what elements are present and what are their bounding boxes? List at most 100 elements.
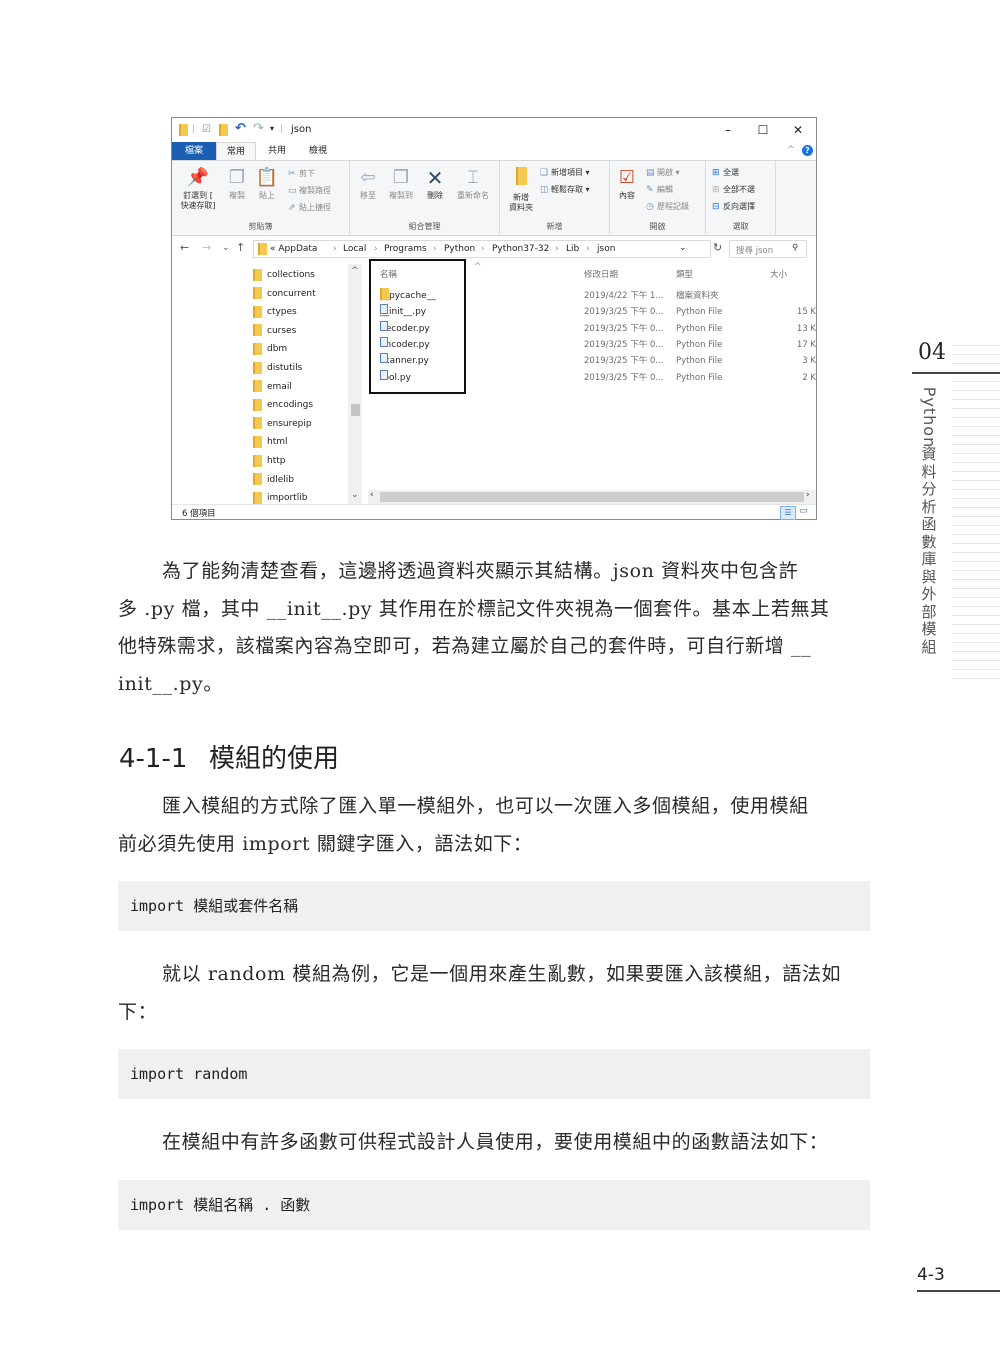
properties-button[interactable]: ☑ 內容 <box>614 167 640 201</box>
ribbon-tabs: 檔案 常用 共用 檢視 ^ ? <box>172 142 816 160</box>
horizontal-scrollbar[interactable]: ‹ › <box>368 490 816 504</box>
select-group: ⊞ 全選 ⊞ 全部不選 ⊟ 反向選擇 選取 <box>706 161 776 235</box>
collapse-ribbon-icon[interactable]: ^ <box>787 145 795 155</box>
edit-button[interactable]: ✎ 編輯 <box>646 184 673 195</box>
column-header-type[interactable]: 類型 <box>676 268 693 280</box>
select-none-button[interactable]: ⊞ 全部不選 <box>712 184 755 195</box>
navpane-item-idlelib[interactable]: idlelib <box>253 471 294 489</box>
navigation-pane-scrollbar[interactable]: ^ ⌄ <box>348 264 362 504</box>
navpane-item-http[interactable]: http <box>253 452 285 470</box>
navpane-item-ctypes[interactable]: ctypes <box>253 303 297 321</box>
side-stripe <box>952 354 1000 355</box>
item-count: 6 個項目 <box>182 509 216 519</box>
navpane-item-label: curses <box>267 325 297 336</box>
minimize-button[interactable]: – <box>713 121 743 139</box>
folder-icon <box>179 124 188 139</box>
navpane-item-distutils[interactable]: distutils <box>253 359 302 377</box>
undo-icon[interactable]: ↶ <box>235 121 246 136</box>
close-button[interactable]: ✕ <box>783 121 813 139</box>
navpane-item-label: importlib <box>267 493 308 504</box>
paste-shortcut-button[interactable]: ⇗ 貼上捷徑 <box>288 202 331 213</box>
help-icon[interactable]: ? <box>802 145 813 156</box>
new-item-button[interactable]: ❏ 新增項目 ▾ <box>540 167 590 178</box>
breadcrumb-separator: › <box>586 244 590 254</box>
invert-selection-button[interactable]: ⊟ 反向選擇 <box>712 201 755 212</box>
chapter-title-char: 析 <box>921 497 937 516</box>
side-stripe <box>952 552 1000 553</box>
paste-button[interactable]: 📋 貼上 <box>254 167 280 201</box>
chapter-title-char: 庫 <box>921 550 937 568</box>
select-all-button[interactable]: ⊞ 全選 <box>712 167 739 178</box>
column-header-modified[interactable]: 修改日期 <box>584 268 618 280</box>
large-icons-view-icon[interactable]: ▭ <box>799 506 808 516</box>
code-block: import random <box>118 1049 870 1099</box>
open-button[interactable]: ▤ 開啟 ▾ <box>646 167 680 178</box>
address-dropdown-icon[interactable]: ⌄ <box>679 243 687 253</box>
recent-locations-button[interactable]: ⌄ <box>222 243 230 253</box>
breadcrumb-programs[interactable]: Programs <box>384 244 427 254</box>
tab-file[interactable]: 檔案 <box>172 142 216 160</box>
history-button[interactable]: ◷ 歷程記錄 <box>646 201 689 212</box>
navpane-item-label: email <box>267 381 292 392</box>
navpane-item-label: http <box>267 456 286 466</box>
navpane-item-email[interactable]: email <box>253 378 292 396</box>
chapter-title-cjk: 資料分析函數庫與外部模組 <box>917 445 941 656</box>
scroll-thumb[interactable] <box>380 492 804 502</box>
address-bar[interactable]: « AppData › Local › Programs › Python › … <box>253 240 711 258</box>
navpane-item-curses[interactable]: curses <box>253 322 296 340</box>
maximize-button[interactable]: ☐ <box>748 121 778 139</box>
side-stripe <box>952 489 1000 490</box>
shortcut-icon: ⇗ <box>288 203 296 213</box>
side-stripe <box>952 678 1000 679</box>
redo-icon[interactable]: ↷ <box>253 121 264 136</box>
rename-button[interactable]: ⌶ 重新命名 <box>452 167 494 201</box>
breadcrumb-json[interactable]: json <box>597 244 615 254</box>
easy-access-button[interactable]: ◫ 輕鬆存取 ▾ <box>540 184 590 195</box>
navpane-item-dbm[interactable]: dbm <box>253 340 287 358</box>
breadcrumb-python37-32[interactable]: Python37-32 <box>492 244 549 254</box>
column-header-size[interactable]: 大小 <box>770 268 787 280</box>
copy-path-button[interactable]: ▭ 複製路徑 <box>288 185 331 196</box>
new-folder-button[interactable]: 新增 資料夾 <box>504 167 538 213</box>
scroll-thumb[interactable] <box>351 404 360 416</box>
select-all-icon: ⊞ <box>712 168 720 178</box>
navpane-item-ensurepip[interactable]: ensurepip <box>253 415 312 433</box>
scroll-down-icon[interactable]: ⌄ <box>351 490 359 500</box>
copy-to-button[interactable]: ❐ 複製到 <box>384 167 418 201</box>
back-button[interactable]: ← <box>180 241 189 254</box>
navpane-item-html[interactable]: html <box>253 433 288 451</box>
forward-button[interactable]: → <box>202 241 211 254</box>
breadcrumb-lib[interactable]: Lib <box>566 244 579 254</box>
chapter-title-char: 與 <box>921 567 937 586</box>
navpane-item-concurrent[interactable]: concurrent <box>253 285 316 303</box>
copy-button[interactable]: ❐ 複製 <box>224 167 250 201</box>
breadcrumb-python[interactable]: Python <box>444 244 475 254</box>
tab-home[interactable]: 常用 <box>216 142 256 160</box>
delete-button[interactable]: ✕ 刪除 <box>422 167 448 201</box>
side-stripe <box>952 525 1000 526</box>
refresh-button[interactable]: ↻ <box>713 241 722 254</box>
breadcrumb-appdata[interactable]: « AppData <box>270 244 317 254</box>
scroll-up-icon[interactable]: ^ <box>351 266 359 276</box>
side-stripe <box>952 381 1000 382</box>
details-view-icon[interactable]: ☰ <box>780 506 796 520</box>
breadcrumb-local[interactable]: Local <box>343 244 366 254</box>
copy-icon: ❐ <box>228 167 246 188</box>
up-button[interactable]: ↑ <box>236 241 245 254</box>
pin-quick-access-button[interactable]: 📌 釘選到 [ 快速存取] <box>176 167 220 211</box>
tab-view[interactable]: 檢視 <box>300 142 336 160</box>
section-heading: 4-1-1 模組的使用 <box>119 738 339 775</box>
properties-quick-icon[interactable]: ☑ <box>202 124 211 135</box>
customize-quick-access-icon[interactable]: ▾ <box>270 124 274 133</box>
breadcrumb-separator: › <box>333 244 337 254</box>
new-folder-quick-icon[interactable] <box>219 124 228 139</box>
navpane-item-collections[interactable]: collections <box>253 266 315 284</box>
tab-share[interactable]: 共用 <box>260 142 294 160</box>
scroll-right-icon[interactable]: › <box>806 490 810 500</box>
scroll-left-icon[interactable]: ‹ <box>370 490 374 500</box>
cut-button[interactable]: ✂ 剪下 <box>288 168 315 179</box>
search-input[interactable]: 搜尋 json ⚲ <box>729 240 807 258</box>
folder-icon <box>253 398 262 411</box>
navpane-item-encodings[interactable]: encodings <box>253 396 313 414</box>
move-to-button[interactable]: ⇦ 移至 <box>354 167 382 201</box>
